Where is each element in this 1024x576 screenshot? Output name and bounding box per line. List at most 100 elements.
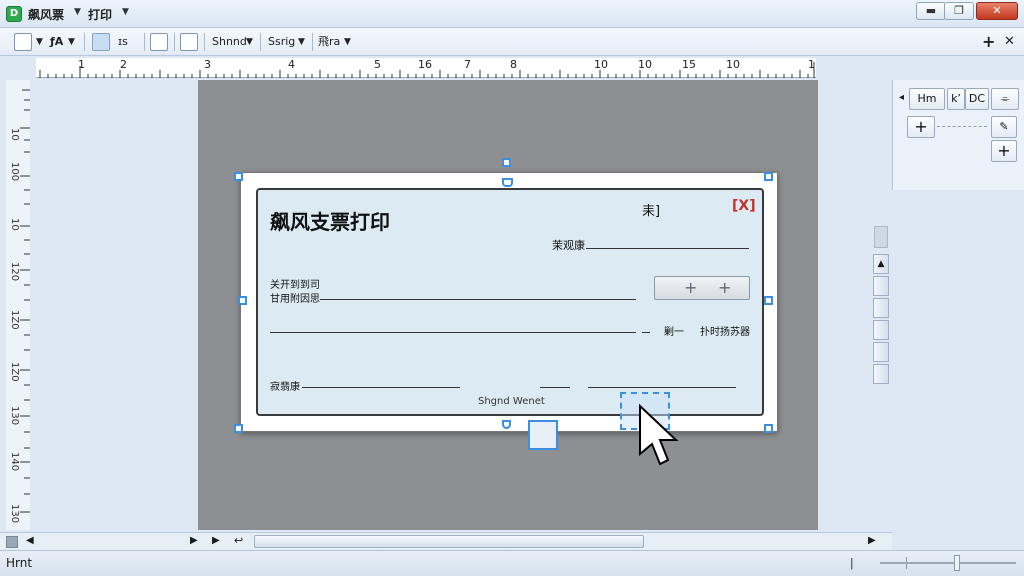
- table-icon[interactable]: [180, 33, 198, 51]
- memo-line[interactable]: [302, 387, 460, 388]
- print-menu[interactable]: 打印: [88, 6, 112, 23]
- vruler-number: 120: [9, 262, 20, 282]
- check-title: 飙风支票打印: [270, 210, 390, 234]
- next-page-button[interactable]: ▶: [212, 535, 220, 546]
- signature-line[interactable]: [588, 387, 736, 388]
- ruler-number: 16: [418, 58, 432, 71]
- scroll-right-end-button[interactable]: ▶: [868, 535, 876, 546]
- resize-handle-tl[interactable]: [234, 172, 243, 181]
- vruler-number: 1Z0: [9, 362, 20, 382]
- page-indicator: ǀ: [850, 556, 854, 570]
- scroll-left-button[interactable]: ◀: [26, 535, 34, 546]
- zoom-slider-thumb[interactable]: [954, 555, 960, 571]
- chevron-down-icon[interactable]: ▼: [74, 7, 81, 17]
- app-title: 飙风票: [28, 8, 65, 22]
- minimize-button[interactable]: ▬: [916, 2, 946, 20]
- folder-icon[interactable]: [150, 33, 168, 51]
- connector-line: [937, 126, 987, 127]
- ruler-number: 3: [204, 58, 211, 71]
- resize-handle-bottom[interactable]: [502, 420, 511, 429]
- ruler-number: 2: [120, 58, 127, 71]
- close-panel-button[interactable]: ✕: [1004, 32, 1015, 52]
- check-top-label: 耒]: [642, 204, 661, 219]
- ruler-number: 10: [726, 58, 740, 71]
- scroll-track[interactable]: [873, 276, 889, 296]
- page-view-icon[interactable]: [92, 33, 110, 51]
- text-style-button[interactable]: ɪs: [118, 32, 128, 52]
- vruler-number: 1Z0: [9, 310, 20, 330]
- amount-words-line-end: [642, 332, 650, 333]
- status-text: Hrnt: [6, 556, 33, 570]
- ruler-number: 5: [374, 58, 381, 71]
- scroll-thumb[interactable]: [873, 320, 889, 340]
- font-dropdown[interactable]: Shnnd: [212, 32, 247, 52]
- add-button[interactable]: +: [907, 116, 935, 138]
- amount-words-line[interactable]: [270, 332, 636, 333]
- add-button[interactable]: +: [991, 140, 1017, 162]
- ruler-number: 15: [682, 58, 696, 71]
- scroll-right-button[interactable]: ▶: [190, 535, 198, 546]
- find-icon[interactable]: ƒA: [50, 32, 63, 52]
- title-bar: D 飙风票 ▼ 打印 ▼ ▬ ❐ ✕: [0, 0, 1024, 28]
- amount-words-label: 剿一: [664, 327, 684, 338]
- size-dropdown[interactable]: Ssrig: [268, 32, 295, 52]
- amount-words-suffix: 扑时扬苏器: [700, 327, 750, 338]
- pen-icon[interactable]: ✎: [991, 116, 1017, 138]
- amount-box[interactable]: [654, 276, 750, 300]
- chevron-down-icon[interactable]: ▼: [298, 32, 305, 52]
- app-logo-icon[interactable]: D: [6, 6, 22, 22]
- chevron-down-icon[interactable]: ▼: [122, 7, 129, 17]
- vertical-ruler: 10 100 10 120 1Z0 1Z0 130 140 130: [6, 80, 30, 530]
- drag-element[interactable]: [528, 420, 558, 450]
- status-bar: Hrnt ǀ: [0, 550, 1024, 576]
- new-document-icon[interactable]: [14, 33, 32, 51]
- chevron-down-icon[interactable]: ▼: [68, 32, 75, 52]
- memo-label: 寂翡康: [270, 382, 300, 393]
- date-line[interactable]: [586, 248, 749, 249]
- vruler-number: 140: [9, 452, 20, 472]
- vertical-scrollbar[interactable]: ▲: [872, 254, 890, 384]
- plus-icon[interactable]: +: [718, 278, 731, 297]
- ruler-number: 1: [808, 58, 815, 71]
- resize-handle-right[interactable]: [764, 296, 773, 305]
- resize-handle-top-anchor[interactable]: [502, 178, 513, 187]
- style-dropdown[interactable]: 飛ra: [318, 32, 340, 52]
- chevron-down-icon[interactable]: ▼: [344, 32, 351, 52]
- chevron-down-icon[interactable]: ▼: [36, 32, 43, 52]
- payee-line[interactable]: [320, 299, 636, 300]
- scroll-thumb[interactable]: [254, 535, 644, 548]
- ruler-number: 1: [78, 58, 85, 71]
- panel-tab-4[interactable]: ⌯: [991, 88, 1019, 110]
- resize-handle-br[interactable]: [764, 424, 773, 433]
- resize-handle-left[interactable]: [238, 296, 247, 305]
- signature-dash: [540, 387, 570, 388]
- scroll-up-button[interactable]: ▲: [873, 254, 889, 274]
- panel-tab-hm[interactable]: Hm: [909, 88, 945, 110]
- chevron-down-icon[interactable]: ▼: [246, 32, 253, 52]
- horizontal-scrollbar[interactable]: ◀ ▶ ▶ ↩ ▶: [0, 532, 892, 550]
- scroll-track[interactable]: [873, 298, 889, 318]
- scroll-gripper[interactable]: [874, 226, 888, 248]
- payee-label-2: 甘用附因思: [270, 294, 320, 305]
- panel-tab-2[interactable]: kʼ: [947, 88, 965, 110]
- vruler-number: 10: [9, 218, 20, 231]
- vruler-number: 130: [9, 504, 20, 524]
- close-button[interactable]: ✕: [976, 2, 1018, 20]
- ruler-number: 7: [464, 58, 471, 71]
- panel-tab-dc[interactable]: DC: [965, 88, 989, 110]
- scroll-track[interactable]: [873, 364, 889, 384]
- pin-button[interactable]: +: [982, 32, 995, 52]
- back-button[interactable]: ↩: [234, 534, 243, 547]
- resize-handle-top[interactable]: [502, 158, 511, 167]
- signature-caption: Shgnd Wenet: [478, 396, 545, 407]
- plus-icon[interactable]: +: [684, 278, 697, 297]
- restore-button[interactable]: ❐: [944, 2, 974, 20]
- properties-panel: ◂ Hm kʼ DC ⌯ + ✎ +: [892, 80, 1024, 190]
- zoom-slider-track[interactable]: [880, 562, 1016, 564]
- scroll-track[interactable]: [873, 342, 889, 362]
- resize-handle-bl[interactable]: [234, 424, 243, 433]
- resize-handle-tr[interactable]: [764, 172, 773, 181]
- chevron-left-icon[interactable]: ◂: [899, 92, 904, 103]
- toolbar: ▼ ƒA ▼ ɪs Shnnd ▼ Ssrig ▼ 飛ra ▼ + ✕: [0, 28, 1024, 56]
- close-icon[interactable]: [X]: [732, 198, 756, 214]
